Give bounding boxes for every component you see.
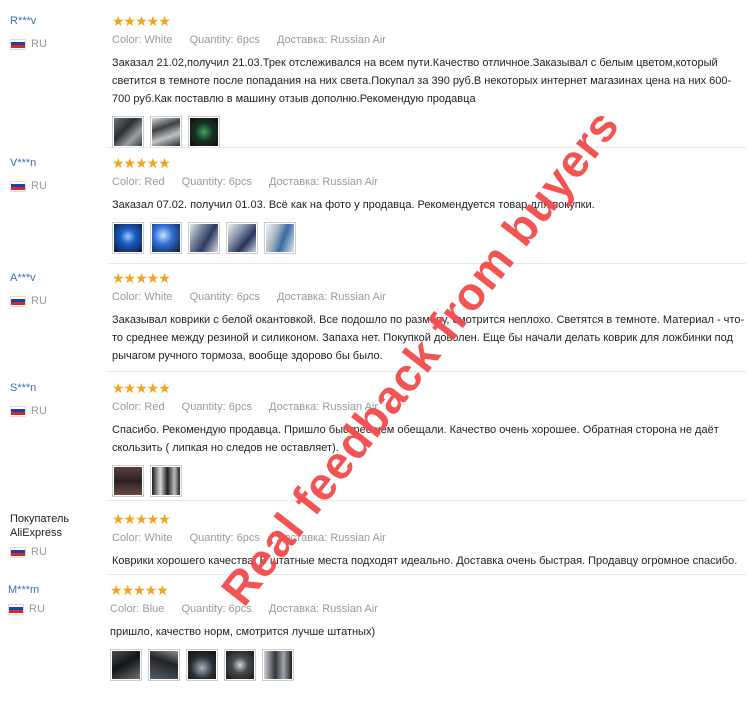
ru-flag-icon xyxy=(10,405,26,417)
review-text: Заказал 21.02,получил 21.03.Трек отслежи… xyxy=(112,57,732,105)
review-divider xyxy=(108,371,746,372)
review-photo-thumbnail[interactable] xyxy=(148,649,180,681)
reviewer-name[interactable]: R***v xyxy=(10,14,106,28)
shipping-value: Доставка: Russian Air xyxy=(269,176,379,188)
review-photo-thumbnail[interactable] xyxy=(112,116,144,148)
review-text: Заказывал коврики с белой окантовкой. Вс… xyxy=(112,314,745,362)
quantity-value: Quantity: 6pcs xyxy=(181,176,252,188)
review-photo-thumbnail[interactable] xyxy=(150,116,182,148)
review-text: Спасибо. Рекомендую продавца. Пришло быс… xyxy=(112,424,719,454)
reviewer-info: V***n RU xyxy=(10,156,106,192)
review-photo-thumbnail[interactable] xyxy=(224,649,256,681)
review-photos xyxy=(112,116,746,148)
review-photo-thumbnail[interactable] xyxy=(262,649,294,681)
color-value: Color: Red xyxy=(112,176,165,188)
review-body: ★★★★★ Color: White Quantity: 6pcs Достав… xyxy=(112,271,746,365)
ru-flag-icon xyxy=(10,180,26,192)
review-photos xyxy=(112,222,746,254)
review-photo-thumbnail[interactable] xyxy=(150,222,182,254)
review-photo-thumbnail[interactable] xyxy=(188,222,220,254)
review-text: Заказал 07.02. получил 01.03. Всё как на… xyxy=(112,199,595,211)
review-photo-thumbnail[interactable] xyxy=(226,222,258,254)
review-photos xyxy=(112,465,746,497)
star-rating: ★★★★★ xyxy=(112,270,171,286)
reviewer-country: RU xyxy=(10,38,106,50)
quantity-value: Quantity: 6pcs xyxy=(181,603,252,615)
order-info: Color: Red Quantity: 6pcs Доставка: Russ… xyxy=(112,400,746,414)
review-divider xyxy=(108,574,746,575)
quantity-value: Quantity: 6pcs xyxy=(189,291,260,303)
reviewer-country: RU xyxy=(10,405,106,417)
reviewer-country: RU xyxy=(10,546,106,558)
star-rating: ★★★★★ xyxy=(112,155,171,171)
ru-flag-icon xyxy=(8,603,24,615)
reviewer-name[interactable]: Покупатель AliExpress xyxy=(10,512,80,540)
reviewer-name[interactable]: M***m xyxy=(8,583,104,597)
color-value: Color: White xyxy=(112,34,173,46)
color-value: Color: Blue xyxy=(110,603,165,615)
reviewer-info: A***v RU xyxy=(10,271,106,307)
review-photo-thumbnail[interactable] xyxy=(264,222,296,254)
ru-flag-icon xyxy=(10,546,26,558)
order-info: Color: Blue Quantity: 6pcs Доставка: Rus… xyxy=(110,602,746,616)
review-body: ★★★★★ Color: Red Quantity: 6pcs Доставка… xyxy=(112,381,746,497)
review-divider xyxy=(108,263,746,264)
shipping-value: Доставка: Russian Air xyxy=(276,291,386,303)
review-photo-thumbnail[interactable] xyxy=(112,465,144,497)
review-body: ★★★★★ Color: White Quantity: 6pcs Достав… xyxy=(112,512,746,570)
shipping-value: Доставка: Russian Air xyxy=(276,532,386,544)
color-value: Color: White xyxy=(112,532,173,544)
country-code: RU xyxy=(29,603,45,615)
country-code: RU xyxy=(31,38,47,50)
ru-flag-icon xyxy=(10,295,26,307)
reviewer-name[interactable]: S***n xyxy=(10,381,106,395)
quantity-value: Quantity: 6pcs xyxy=(181,401,252,413)
review-photo-thumbnail[interactable] xyxy=(112,222,144,254)
quantity-value: Quantity: 6pcs xyxy=(189,532,260,544)
reviewer-name[interactable]: A***v xyxy=(10,271,106,285)
country-code: RU xyxy=(31,180,47,192)
star-rating: ★★★★★ xyxy=(112,511,171,527)
shipping-value: Доставка: Russian Air xyxy=(268,603,378,615)
country-code: RU xyxy=(31,546,47,558)
star-rating: ★★★★★ xyxy=(112,13,171,29)
review-divider xyxy=(108,500,746,501)
order-info: Color: Red Quantity: 6pcs Доставка: Russ… xyxy=(112,175,746,189)
review-text: Коврики хорошего качества. В штатные мес… xyxy=(112,555,738,567)
reviewer-name[interactable]: V***n xyxy=(10,156,106,170)
quantity-value: Quantity: 6pcs xyxy=(189,34,260,46)
shipping-value: Доставка: Russian Air xyxy=(276,34,386,46)
reviewer-country: RU xyxy=(8,603,104,615)
ru-flag-icon xyxy=(10,38,26,50)
order-info: Color: White Quantity: 6pcs Доставка: Ru… xyxy=(112,531,746,545)
review-body: ★★★★★ Color: Blue Quantity: 6pcs Доставк… xyxy=(110,583,746,681)
country-code: RU xyxy=(31,295,47,307)
reviewer-info: R***v RU xyxy=(10,14,106,50)
review-divider xyxy=(108,147,746,148)
reviewer-info: S***n RU xyxy=(10,381,106,417)
reviewer-country: RU xyxy=(10,295,106,307)
review-photos xyxy=(110,649,746,681)
reviewer-info: M***m RU xyxy=(8,583,104,615)
review-body: ★★★★★ Color: White Quantity: 6pcs Достав… xyxy=(112,14,746,148)
reviewer-country: RU xyxy=(10,180,106,192)
reviewer-info: Покупатель AliExpress RU xyxy=(10,512,106,558)
review-photo-thumbnail[interactable] xyxy=(110,649,142,681)
order-info: Color: White Quantity: 6pcs Доставка: Ru… xyxy=(112,33,746,47)
review-body: ★★★★★ Color: Red Quantity: 6pcs Доставка… xyxy=(112,156,746,254)
country-code: RU xyxy=(31,405,47,417)
review-photo-thumbnail[interactable] xyxy=(186,649,218,681)
review-text: пришло, качество норм, смотрится лучше ш… xyxy=(110,626,376,638)
color-value: Color: Red xyxy=(112,401,165,413)
review-photo-thumbnail[interactable] xyxy=(150,465,182,497)
review-photo-thumbnail[interactable] xyxy=(188,116,220,148)
star-rating: ★★★★★ xyxy=(110,582,169,598)
shipping-value: Доставка: Russian Air xyxy=(269,401,379,413)
order-info: Color: White Quantity: 6pcs Доставка: Ru… xyxy=(112,290,746,304)
color-value: Color: White xyxy=(112,291,173,303)
star-rating: ★★★★★ xyxy=(112,380,171,396)
